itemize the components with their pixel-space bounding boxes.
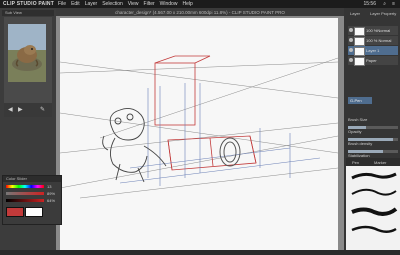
- tab-layer[interactable]: Layer: [350, 11, 360, 16]
- brush-tabs: Pen Marker: [346, 158, 400, 166]
- layer-row[interactable]: 100 %Normal: [348, 26, 398, 36]
- brush-stroke-preview[interactable]: [351, 188, 397, 196]
- layer-thumbnail: [354, 47, 365, 56]
- layer-name: Paper: [366, 58, 377, 63]
- hue-slider[interactable]: [6, 185, 44, 188]
- search-icon[interactable]: ⌕: [383, 1, 386, 7]
- document-title: character_design* (4.567.00 x 210.00mm 6…: [56, 8, 344, 16]
- hue-value: 13: [47, 184, 52, 189]
- layer-row[interactable]: 100 % Normal: [348, 36, 398, 46]
- layer-row[interactable]: Layer 1: [348, 46, 398, 56]
- visibility-icon[interactable]: [349, 48, 353, 52]
- menu-list-icon[interactable]: ≡: [392, 1, 395, 7]
- layer-name: 100 % Normal: [366, 38, 392, 43]
- tab-pen[interactable]: Pen: [352, 160, 359, 165]
- layer-name: 100 %Normal: [366, 28, 391, 33]
- brightness-value: 64%: [47, 198, 56, 203]
- menu-edit[interactable]: Edit: [71, 1, 80, 7]
- saturation-slider[interactable]: [6, 192, 44, 195]
- saturation-value: 89%: [47, 191, 56, 196]
- main-color-swatch[interactable]: [6, 207, 24, 217]
- tool-property-tab[interactable]: G-Pen: [348, 97, 372, 104]
- brush-stroke-preview[interactable]: [351, 172, 397, 180]
- color-slider-panel: Color Slider 13 89% 64%: [2, 175, 62, 225]
- color-slider-title: Color Slider: [3, 176, 61, 182]
- tab-marker[interactable]: Marker: [374, 160, 386, 165]
- eyedropper-icon[interactable]: ✎: [40, 106, 45, 113]
- app-name: CLIP STUDIO PAINT: [3, 1, 54, 7]
- brush-list: [346, 166, 400, 250]
- menu-layer[interactable]: Layer: [85, 1, 98, 7]
- sub-color-swatch[interactable]: [25, 207, 43, 217]
- layer-name: Layer 1: [366, 48, 380, 53]
- visibility-icon[interactable]: [349, 28, 353, 32]
- menu-file[interactable]: File: [58, 1, 66, 7]
- menu-bar: CLIP STUDIO PAINT File Edit Layer Select…: [0, 0, 400, 8]
- drawing-canvas[interactable]: [59, 18, 339, 250]
- brush-stroke-preview[interactable]: [351, 207, 398, 216]
- menu-window[interactable]: Window: [160, 1, 178, 7]
- next-icon[interactable]: ▶: [18, 106, 23, 113]
- subview-tab[interactable]: Sub View: [2, 10, 54, 16]
- visibility-icon[interactable]: [349, 58, 353, 62]
- value-slider[interactable]: [6, 199, 44, 202]
- reference-photo: [8, 24, 46, 82]
- brush-stroke-preview[interactable]: [351, 225, 397, 233]
- subview-navigation: ◀ ▶ ✎: [4, 103, 52, 117]
- tab-layer-property[interactable]: Layer Property: [370, 11, 396, 16]
- prev-icon[interactable]: ◀: [8, 106, 13, 113]
- visibility-icon[interactable]: [349, 38, 353, 42]
- menu-filter[interactable]: Filter: [144, 1, 155, 7]
- layer-row[interactable]: Paper: [348, 56, 398, 66]
- layer-thumbnail: [354, 37, 365, 46]
- clock: 15:56: [363, 1, 376, 7]
- menu-view[interactable]: View: [128, 1, 139, 7]
- layer-thumbnail: [354, 57, 365, 66]
- menu-help[interactable]: Help: [182, 1, 192, 7]
- menu-selection[interactable]: Selection: [102, 1, 123, 7]
- layer-thumbnail: [354, 27, 365, 36]
